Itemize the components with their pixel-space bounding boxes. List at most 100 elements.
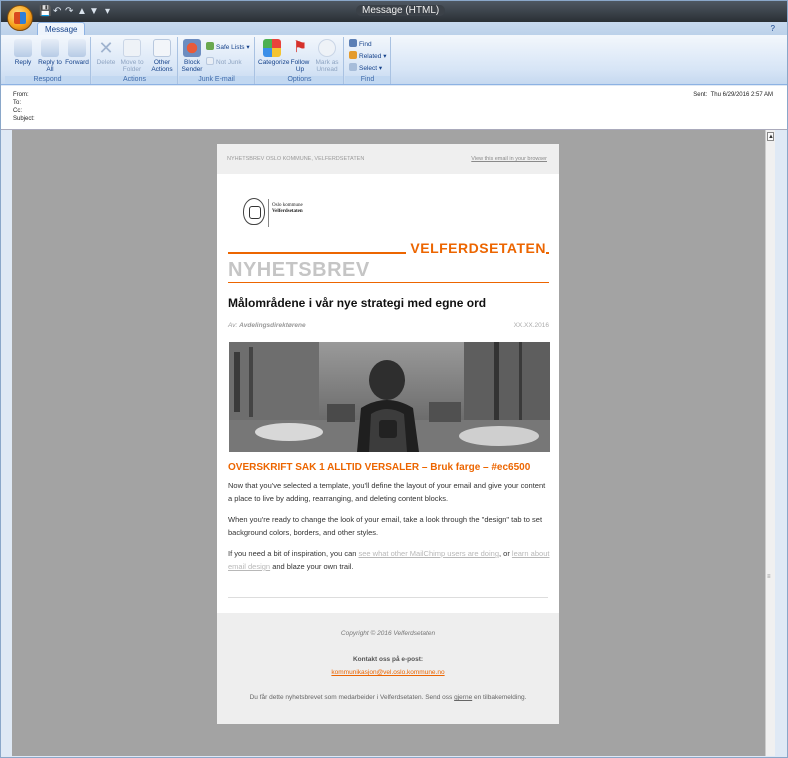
categorize-button[interactable]: Categorize — [258, 39, 289, 66]
select-button[interactable]: Select ▾ — [349, 63, 382, 73]
vertical-scrollbar[interactable]: ▲ ≡ — [765, 130, 775, 756]
paragraph-3: If you need a bit of inspiration, you ca… — [228, 547, 550, 573]
reply-button[interactable]: Reply — [11, 39, 35, 66]
group-label: Options — [256, 76, 343, 84]
scroll-grip-icon[interactable]: ≡ — [767, 574, 771, 580]
related-icon — [349, 51, 357, 59]
content-divider — [228, 597, 548, 598]
feedback-note: Du får dette nyhetsbrevet som medarbeide… — [217, 694, 559, 701]
move-to-folder-icon — [123, 39, 141, 57]
para3-text-c: and blaze your own trail. — [270, 562, 354, 571]
block-sender-button[interactable]: Block Sender — [180, 39, 204, 73]
forward-icon — [68, 39, 86, 57]
mailchimp-users-link[interactable]: see what other MailChimp users are doing — [359, 549, 500, 558]
previous-item-icon[interactable]: ▲ — [77, 6, 87, 18]
window-title: Message (HTML) — [356, 5, 446, 16]
group-junk-email: Block Sender Safe Lists ▾ Not Junk Junk … — [179, 37, 255, 84]
byline: Av: Avdelingsdirektørene — [228, 322, 306, 329]
para3-text-a: If you need a bit of inspiration, you ca… — [228, 549, 359, 558]
tab-message[interactable]: Message — [37, 22, 86, 35]
group-options: Categorize ⚑ Follow Up Mark as Unread Opt… — [256, 37, 344, 84]
agency-title: VELFERDSETATEN — [406, 240, 546, 256]
undo-icon[interactable]: ↶ — [53, 6, 61, 18]
group-actions: ✕ Delete Move to Folder Other Actions Act… — [92, 37, 178, 84]
safe-lists-icon — [206, 42, 214, 50]
flag-icon: ⚑ — [292, 39, 308, 56]
outlook-message-window: 💾 ↶ ↷ ▲ ▼ ▾ Message (HTML) Message ? Rep… — [0, 0, 788, 758]
sent-value: Thu 6/29/2016 2:57 AM — [710, 92, 773, 98]
help-icon[interactable]: ? — [771, 24, 775, 33]
logo-divider — [268, 199, 269, 227]
find-button[interactable]: Find — [349, 39, 372, 49]
redo-icon[interactable]: ↷ — [65, 6, 73, 18]
other-actions-button[interactable]: Other Actions — [148, 39, 176, 73]
categorize-icon — [263, 39, 281, 57]
org-line-2: Velferdsetaten — [272, 209, 303, 214]
section-heading: OVERSKRIFT SAK 1 ALLTID VERSALER – Bruk … — [228, 462, 531, 473]
org-name: Oslo kommune Velferdsetaten — [272, 203, 303, 215]
contact-email-link[interactable]: kommunikasjon@vel.oslo.kommune.no — [217, 669, 559, 676]
newsletter-footer: Copyright © 2016 Velferdsetaten Kontakt … — [217, 613, 559, 724]
copyright: Copyright © 2016 Velferdsetaten — [340, 630, 436, 637]
delete-button[interactable]: ✕ Delete — [95, 39, 117, 66]
safe-lists-button[interactable]: Safe Lists ▾ — [206, 42, 250, 52]
newsletter-title: NYHETSBREV — [228, 259, 370, 281]
not-junk-button[interactable]: Not Junk — [206, 57, 242, 67]
group-label: Actions — [92, 76, 177, 84]
mark-unread-icon — [318, 39, 336, 57]
to-label: To: — [13, 100, 22, 106]
byline-prefix: Av: — [228, 322, 238, 329]
delete-icon: ✕ — [98, 38, 114, 58]
select-icon — [349, 63, 357, 71]
subject-label: Subject: — [13, 116, 35, 122]
para3-text-b: , or — [499, 549, 512, 558]
contact-label: Kontakt oss på e-post: — [352, 656, 424, 663]
article-headline: Målområdene i vår nye strategi med egne … — [228, 296, 487, 310]
feedback-link[interactable]: gjerne — [454, 694, 472, 701]
scroll-up-arrow-icon[interactable]: ▲ — [767, 132, 774, 141]
move-to-folder-button[interactable]: Move to Folder — [118, 39, 146, 73]
reply-icon — [14, 39, 32, 57]
other-actions-icon — [153, 39, 171, 57]
note-text-b: en tilbakemelding. — [472, 694, 527, 701]
preheader-text: NYHETSBREV OSLO KOMMUNE, VELFERDSETATEN — [227, 156, 365, 162]
ribbon-tabs: Message ? — [1, 22, 787, 35]
office-button[interactable] — [7, 5, 33, 31]
cc-label: Cc: — [13, 108, 22, 114]
next-item-icon[interactable]: ▼ — [89, 6, 99, 18]
group-label: Respond — [5, 76, 90, 84]
from-label: From: — [13, 92, 29, 98]
reply-all-icon — [41, 39, 59, 57]
hero-image — [229, 342, 550, 452]
binoculars-icon — [349, 39, 357, 47]
paragraph-1: Now that you've selected a template, you… — [228, 481, 546, 503]
hero-photo — [229, 342, 550, 452]
sent-info: Sent: Thu 6/29/2016 2:57 AM — [693, 92, 773, 98]
follow-up-button[interactable]: ⚑ Follow Up — [288, 39, 312, 73]
note-text-a: Du får dette nyhetsbrevet som medarbeide… — [249, 694, 455, 701]
ribbon: Reply Reply to All Forward Respond ✕ Dele… — [1, 35, 787, 85]
title-rule — [228, 282, 549, 283]
forward-button[interactable]: Forward — [63, 39, 91, 66]
paragraph-2: When you're ready to change the look of … — [228, 515, 543, 537]
not-junk-icon — [206, 57, 214, 65]
group-label: Junk E-mail — [179, 76, 254, 84]
view-in-browser-link[interactable]: View this email in your browser — [471, 144, 547, 174]
message-header: From: To: Cc: Subject: Sent: Thu 6/29/20… — [1, 86, 787, 130]
mark-as-unread-button[interactable]: Mark as Unread — [314, 39, 340, 73]
byline-author: Avdelingsdirektørene — [239, 322, 306, 329]
left-gutter — [1, 130, 12, 756]
related-button[interactable]: Related ▾ — [349, 51, 386, 61]
save-icon[interactable]: 💾 — [39, 6, 51, 18]
message-body-viewport[interactable]: NYHETSBREV OSLO KOMMUNE, VELFERDSETATEN … — [12, 130, 765, 756]
preheader: NYHETSBREV OSLO KOMMUNE, VELFERDSETATEN … — [217, 144, 559, 174]
title-bar: 💾 ↶ ↷ ▲ ▼ ▾ Message (HTML) — [1, 1, 787, 22]
oslo-crest-logo — [243, 198, 265, 225]
group-respond: Reply Reply to All Forward Respond — [5, 37, 91, 84]
office-logo-icon — [14, 12, 26, 24]
group-find: Find Related ▾ Select ▾ Find — [345, 37, 391, 84]
reply-all-button[interactable]: Reply to All — [37, 39, 63, 73]
sent-label: Sent: — [693, 92, 708, 98]
customize-qat-icon[interactable]: ▾ — [105, 6, 110, 18]
newsletter: NYHETSBREV OSLO KOMMUNE, VELFERDSETATEN … — [217, 144, 559, 724]
